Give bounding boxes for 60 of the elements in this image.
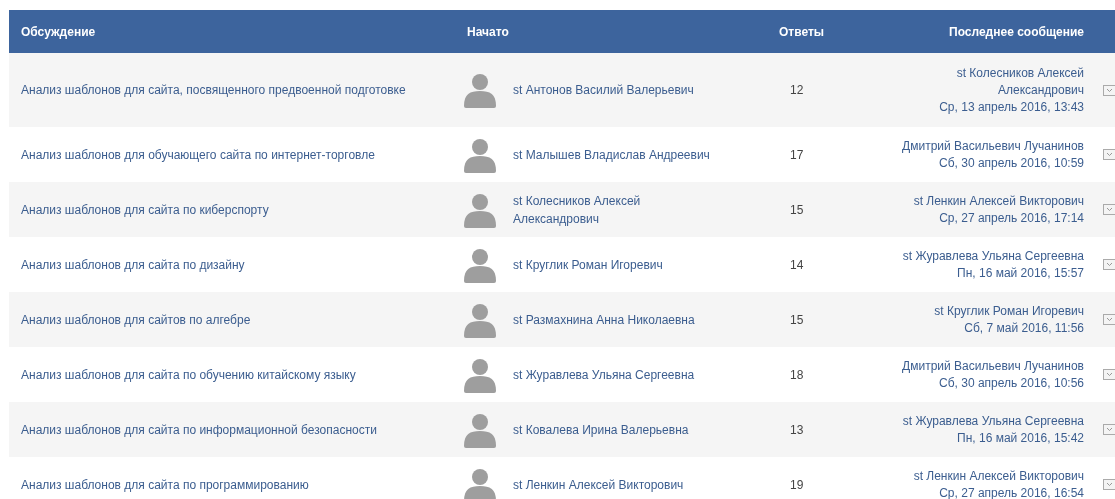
message-icon[interactable] [1103,149,1115,160]
author-link[interactable]: st Круглик Роман Игоревич [934,302,1084,320]
discussion-link[interactable]: Анализ шаблонов для сайта по дизайну [21,255,415,274]
message-icon[interactable] [1103,479,1115,490]
post-date: Ср, 27 апрель 2016, 17:14 [939,209,1084,227]
discussion-link[interactable]: Анализ шаблонов для сайта по информационной безопасности [21,420,415,439]
reply-count: 12 [790,83,804,97]
author-link[interactable]: Дмитрий Васильевич Лучанинов [902,357,1084,375]
user-avatar-icon [462,191,498,228]
discussion-link[interactable]: Анализ шаблонов для сайта по программированию [21,475,415,494]
author-link[interactable]: st Журавлева Ульяна Сергеевна [902,247,1084,265]
user-avatar-icon [462,466,498,499]
author-link[interactable]: st Журавлева Ульяна Сергеевна [902,412,1084,430]
author-link[interactable]: st Малышев Владислав Андреевич [513,145,718,164]
column-header: Ответы [779,24,825,39]
user-avatar-icon [462,246,498,283]
column-header: Обсуждение [21,24,96,39]
author-link[interactable]: st Колесников Алексей Александрович [513,191,718,228]
discussion-link[interactable]: Анализ шаблонов для обучающего сайта по интернет-торговле [21,145,415,164]
user-avatar-icon [462,356,498,393]
author-link[interactable]: st Ленкин Алексей Викторович [913,192,1084,210]
message-icon[interactable] [1103,424,1115,435]
author-link[interactable]: st Размахнина Анна Николаевна [513,310,718,329]
reply-count: 14 [790,257,804,272]
discussion-link[interactable]: Анализ шаблонов для сайтов по алгебре [21,310,415,329]
user-avatar-icon [462,411,498,448]
column-header: Последнее сообщение [949,24,1084,39]
user-avatar-icon [462,301,498,338]
message-icon[interactable] [1103,369,1115,380]
post-date: Пн, 16 май 2016, 15:57 [957,264,1084,282]
message-icon[interactable] [1103,204,1115,215]
discussion-link[interactable]: Анализ шаблонов для сайта по киберспорту [21,200,415,219]
message-icon[interactable] [1103,84,1115,96]
message-icon[interactable] [1103,259,1115,270]
message-icon[interactable] [1103,314,1115,325]
post-date: Ср, 27 апрель 2016, 16:54 [939,484,1084,499]
post-date: Пн, 16 май 2016, 15:42 [957,429,1084,447]
column-header: Начато [467,24,509,39]
author-link[interactable]: st Ленкин Алексей Викторович [513,475,718,494]
author-link[interactable]: Дмитрий Васильевич Лучанинов [902,137,1084,155]
reply-count: 15 [790,312,804,327]
author-link[interactable]: st Антонов Василий Валерьевич [513,81,718,99]
user-avatar-icon [462,136,498,173]
reply-count: 18 [790,367,804,382]
reply-count: 19 [790,477,804,492]
author-link[interactable]: st Журавлева Ульяна Сергеевна [513,365,718,384]
user-avatar-icon [462,72,498,108]
author-link[interactable]: st Колесников Алексей Александрович [884,64,1084,99]
author-link[interactable]: st Ковалева Ирина Валерьевна [513,420,718,439]
post-date: Ср, 13 апрель 2016, 13:43 [939,98,1084,116]
discussion-link[interactable]: Анализ шаблонов для сайта по обучению китайскому языку [21,365,415,384]
reply-count: 15 [790,202,804,217]
reply-count: 17 [790,147,804,162]
author-link[interactable]: st Ленкин Алексей Викторович [913,467,1084,485]
author-link[interactable]: st Круглик Роман Игоревич [513,255,718,274]
discussion-link[interactable]: Анализ шаблонов для сайта, посвященного предвоенной подготовке [21,81,415,99]
post-date: Сб, 30 апрель 2016, 10:59 [939,154,1084,172]
post-date: Сб, 7 май 2016, 11:56 [964,319,1084,337]
post-date: Сб, 30 апрель 2016, 10:56 [939,374,1084,392]
reply-count: 13 [790,422,804,437]
